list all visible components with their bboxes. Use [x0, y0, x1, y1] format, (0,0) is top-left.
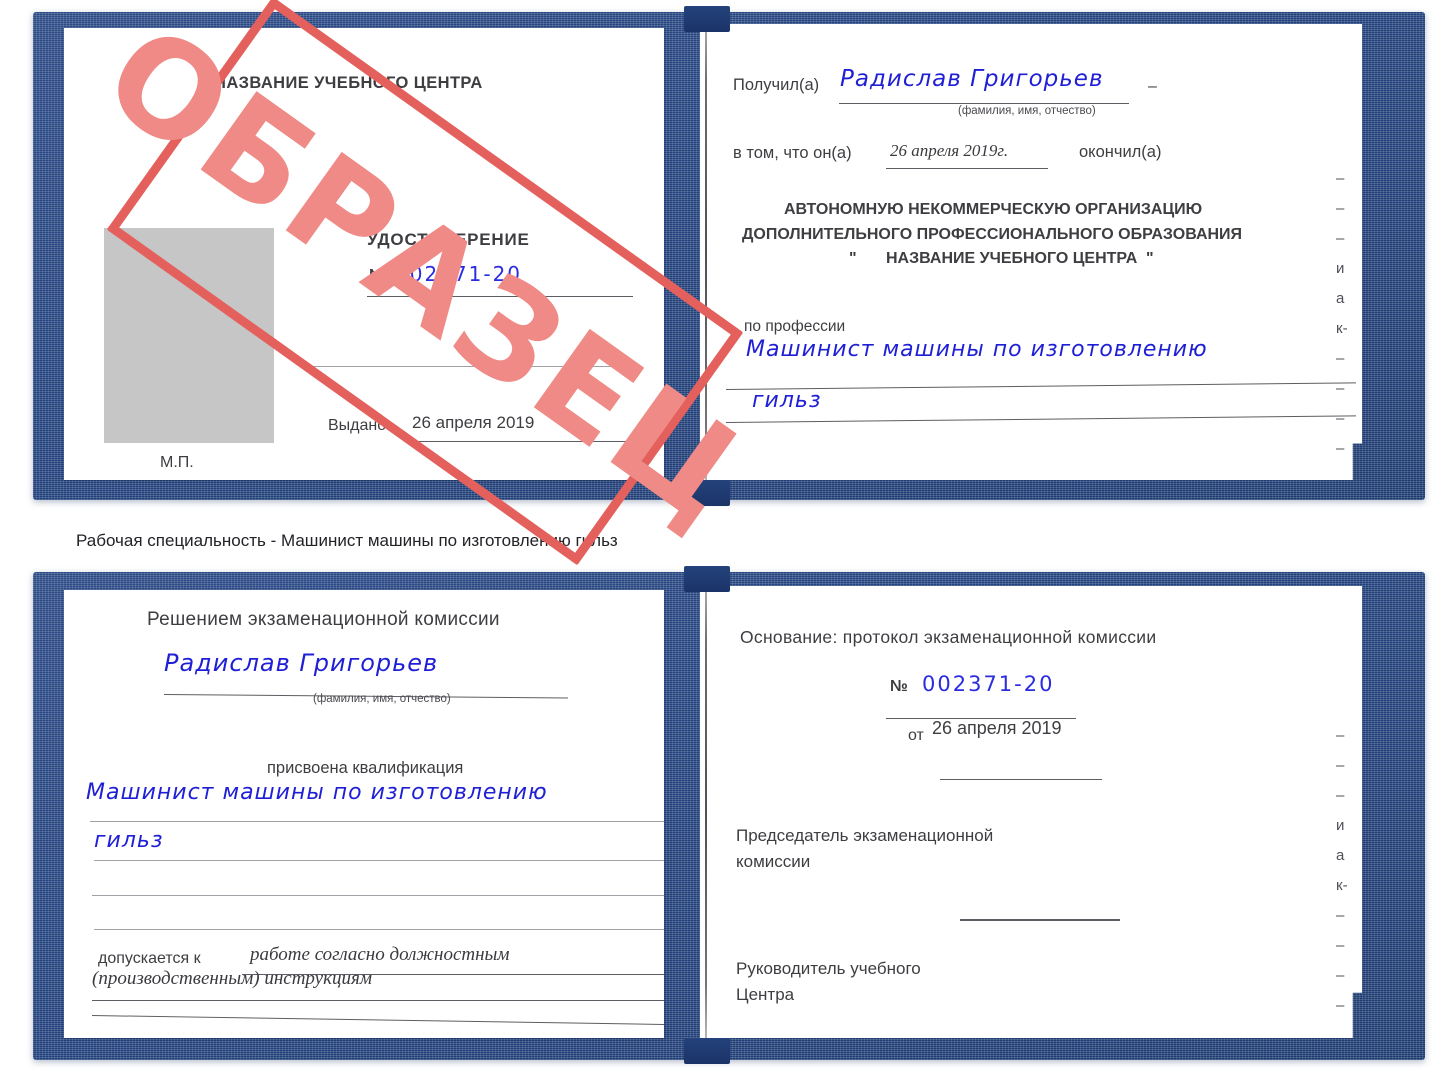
edge-glyph: – — [1336, 230, 1345, 247]
chairman-signature-rule — [960, 919, 1120, 921]
edge-glyph: – — [1336, 757, 1345, 774]
edge-glyph: – — [1336, 967, 1345, 984]
qualification-label: присвоена квалификация — [267, 759, 464, 777]
training-center-name-heading: НАЗВАНИЕ УЧЕБНОГО ЦЕНТРА — [214, 74, 483, 92]
book-gutter-top — [705, 28, 707, 480]
edge-glyph: – — [1336, 170, 1345, 187]
chairman-label-line-2: комиссии — [736, 852, 811, 871]
issued-date-rule — [409, 441, 629, 442]
admitted-label: допускается к — [98, 950, 201, 967]
director-label-line-2: Центра — [736, 985, 795, 1004]
binding-tab-top-lower — [684, 480, 730, 506]
finished-label: окончил(а) — [1079, 143, 1162, 161]
qualification-rule-4 — [94, 929, 664, 930]
organization-line-1: АВТОНОМНУЮ НЕКОММЕРЧЕСКУЮ ОРГАНИЗАЦИЮ — [784, 201, 1203, 218]
protocol-date-label: от — [908, 727, 924, 744]
edge-glyph: к- — [1336, 877, 1348, 894]
protocol-date-rule — [940, 779, 1102, 780]
profession-value-line-2: гильз — [752, 388, 822, 413]
seal-place-label: М.П. — [160, 454, 194, 471]
edge-glyph: – — [1336, 440, 1345, 457]
book-gutter-bottom — [705, 590, 707, 1038]
certificate-title: УДОСТОВЕРЕНИЕ — [367, 230, 530, 249]
completion-date-rule — [886, 168, 1048, 169]
certificate-number-value: 002371-20 — [395, 262, 523, 286]
edge-glyph: – — [1336, 997, 1345, 1014]
protocol-number-label: № — [890, 678, 908, 695]
edge-glyph-column-top: – – – и а к- – – – – — [1336, 164, 1348, 464]
qualification-value-line-2: гильз — [94, 828, 164, 853]
received-label: Получил(а) — [733, 76, 820, 94]
commission-decision-heading: Решением экзаменационной комиссии — [147, 609, 500, 630]
edge-glyph: а — [1336, 847, 1345, 864]
qualification-rule-3 — [92, 895, 664, 896]
issued-date-value: 26 апреля 2019 — [412, 413, 535, 432]
qualified-person-name-hint: (фамилия, имя, отчество) — [313, 693, 451, 705]
basis-protocol-label: Основание: протокол экзаменационной коми… — [740, 627, 1157, 647]
edge-glyph: – — [1336, 727, 1345, 744]
protocol-number-value: 002371-20 — [922, 672, 1055, 696]
organization-name: НАЗВАНИЕ УЧЕБНОГО ЦЕНТРА — [886, 250, 1138, 267]
edge-glyph: – — [1336, 200, 1345, 217]
recipient-name-value: Радислав Григорьев — [840, 66, 1104, 92]
edge-glyph: – — [1336, 937, 1345, 954]
qualification-rule-2 — [94, 860, 664, 861]
certificate-number-label: № — [369, 267, 387, 284]
in-that-label: в том, что он(а) — [733, 144, 852, 162]
director-label-line-1: Руководитель учебного — [736, 959, 921, 978]
recipient-dash: – — [1148, 78, 1157, 95]
admitted-rule-2 — [92, 1000, 664, 1001]
qualified-person-name: Радислав Григорьев — [164, 649, 439, 677]
edge-glyph: и — [1336, 260, 1345, 277]
recipient-name-hint: (фамилия, имя, отчество) — [958, 105, 1096, 117]
qualification-value-line-1: Машинист машины по изготовлению — [86, 780, 548, 805]
binding-tab-bottom-lower — [684, 1038, 730, 1064]
page-top-left: НАЗВАНИЕ УЧЕБНОГО ЦЕНТРА УДОСТОВЕРЕНИЕ №… — [64, 28, 664, 480]
edge-glyph: а — [1336, 290, 1345, 307]
photo-placeholder — [104, 228, 274, 443]
admitted-rule-3 — [91, 1015, 664, 1026]
profession-label: по профессии — [744, 318, 846, 335]
binding-tab-top-upper — [684, 6, 730, 32]
edge-glyph: – — [1336, 350, 1345, 367]
profession-value-line-1: Машинист машины по изготовлению — [746, 337, 1208, 362]
profession-rule-2 — [725, 415, 1356, 423]
certificate-number-rule — [367, 296, 633, 297]
issued-label: Выдано — [328, 417, 387, 434]
edge-glyph: к- — [1336, 320, 1348, 337]
chairman-label-line-1: Председатель экзаменационной — [736, 826, 994, 845]
page-bottom-left: Решением экзаменационной комиссии Радисл… — [64, 590, 664, 1038]
admitted-value-line-1: работе согласно должностным — [250, 944, 510, 965]
admitted-value-line-2: (производственным) инструкциям — [92, 968, 372, 989]
edge-glyph-column-bottom: – – – и а к- – – – – — [1336, 721, 1348, 1021]
edge-glyph: – — [1336, 380, 1345, 397]
recipient-name-rule — [839, 103, 1129, 104]
organization-quote-close: " — [1146, 250, 1154, 267]
page-top-right: Получил(а) Радислав Григорьев (фамилия, … — [700, 24, 1362, 480]
protocol-date-value: 26 апреля 2019 — [932, 718, 1062, 738]
edge-glyph: – — [1336, 410, 1345, 427]
page-caption: Рабочая специальность - Машинист машины … — [76, 531, 618, 550]
organization-line-2: ДОПОЛНИТЕЛЬНОГО ПРОФЕССИОНАЛЬНОГО ОБРАЗО… — [742, 226, 1243, 243]
binding-tab-bottom-upper — [684, 566, 730, 592]
organization-quote-open: " — [849, 250, 857, 267]
edge-glyph: – — [1336, 907, 1345, 924]
blank-rule-1 — [309, 366, 639, 367]
completion-date-value: 26 апреля 2019г. — [890, 141, 1009, 160]
page-bottom-right: Основание: протокол экзаменационной коми… — [700, 586, 1362, 1038]
edge-glyph: и — [1336, 817, 1345, 834]
edge-glyph: – — [1336, 787, 1345, 804]
qualification-rule-1 — [90, 821, 664, 822]
